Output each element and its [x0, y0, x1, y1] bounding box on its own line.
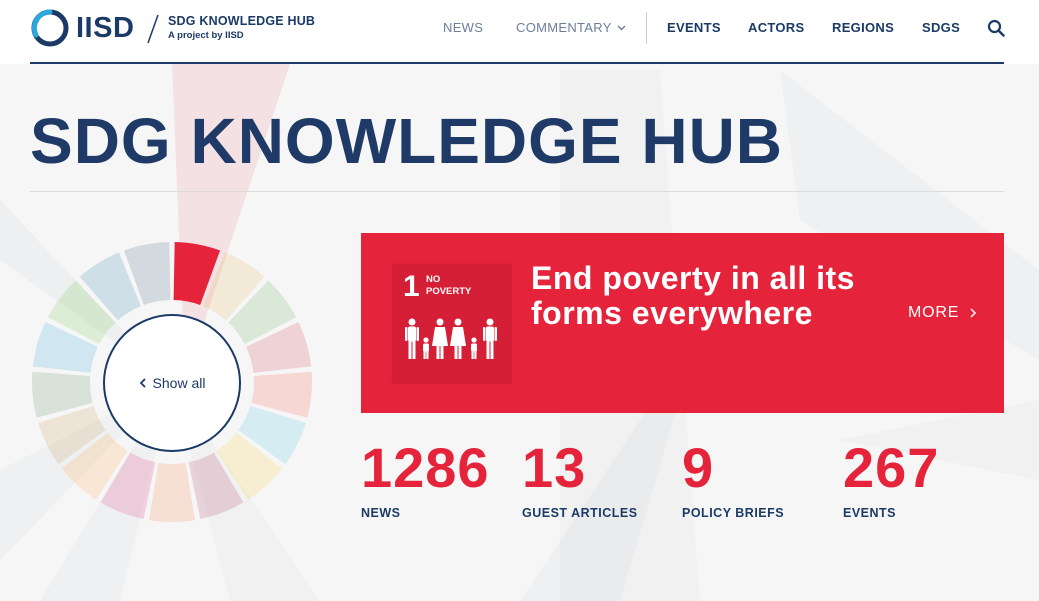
stat-value: 1286 — [361, 436, 490, 499]
stat-value: 267 — [843, 436, 940, 499]
nav-sdgs[interactable]: SDGS — [922, 20, 960, 35]
header-rule — [30, 62, 1004, 64]
title-divider — [30, 191, 1004, 192]
show-all-button[interactable]: Show all — [103, 314, 241, 452]
stat-label: GUEST ARTICLES — [522, 506, 638, 520]
goal-card: 1 No Poverty — [361, 233, 1004, 413]
stat-events[interactable]: 267 EVENTS — [843, 436, 940, 521]
stat-policy-briefs[interactable]: 9 POLICY BRIEFS — [682, 436, 785, 521]
show-all-label: Show all — [152, 375, 206, 391]
goal-number: 1 — [403, 270, 420, 303]
stat-label: POLICY BRIEFS — [682, 506, 785, 520]
more-label: MORE — [908, 304, 960, 321]
more-link[interactable]: MORE — [908, 304, 977, 322]
chevron-left-icon — [139, 378, 146, 388]
iisd-logo[interactable]: IISD — [30, 8, 134, 48]
stat-guest-articles[interactable]: 13 GUEST ARTICLES — [522, 436, 638, 521]
page-title: SDG KNOWLEDGE HUB — [30, 105, 783, 177]
sdg-wheel-segment-9[interactable] — [148, 462, 196, 522]
logo-divider — [147, 14, 159, 44]
nav-commentary[interactable]: COMMENTARY — [516, 20, 626, 35]
nav-regions[interactable]: REGIONS — [832, 20, 894, 35]
goal-tile-label: No Poverty — [426, 274, 472, 297]
stat-value: 9 — [682, 436, 715, 499]
hub-title[interactable]: SDG KNOWLEDGE HUB — [168, 14, 315, 28]
nav-commentary-label: COMMENTARY — [516, 20, 612, 35]
page: IISD SDG KNOWLEDGE HUB A project by IISD… — [0, 0, 1039, 601]
site-header: IISD SDG KNOWLEDGE HUB A project by IISD… — [0, 0, 1039, 64]
goal-tile: 1 No Poverty — [391, 263, 512, 384]
search-icon[interactable] — [987, 19, 1005, 37]
stat-label: NEWS — [361, 506, 401, 520]
stat-label: EVENTS — [843, 506, 897, 520]
nav-news[interactable]: NEWS — [443, 20, 483, 35]
iisd-ring-icon — [31, 9, 69, 47]
hub-subtitle: A project by IISD — [168, 30, 244, 41]
nav-events[interactable]: EVENTS — [667, 20, 721, 35]
chevron-right-icon — [970, 308, 977, 318]
logo-text: IISD — [76, 11, 135, 44]
stat-value: 13 — [522, 436, 587, 499]
nav-actors[interactable]: ACTORS — [748, 20, 804, 35]
family-icon — [405, 318, 497, 359]
goal-heading: End poverty in all its forms everywhere — [531, 260, 855, 331]
stat-news[interactable]: 1286 NEWS — [361, 436, 490, 521]
chevron-down-icon — [617, 25, 626, 30]
nav-divider — [646, 12, 647, 44]
